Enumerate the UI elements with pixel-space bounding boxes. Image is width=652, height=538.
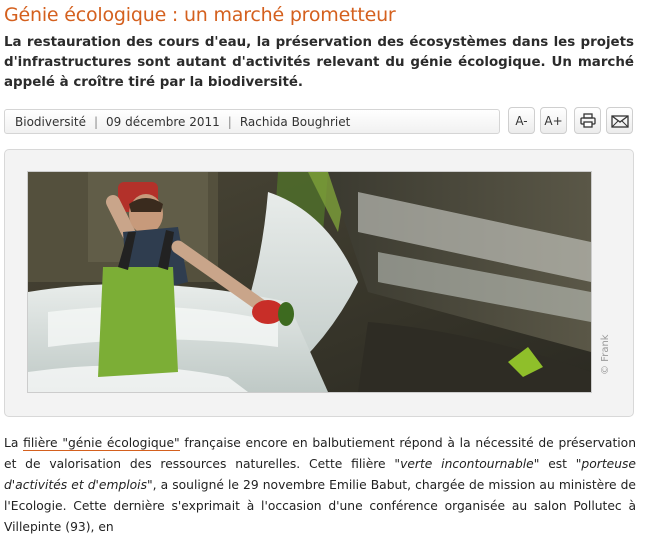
filiere-genie-ecologique-link[interactable]: filière "génie écologique" (23, 436, 180, 451)
email-button[interactable] (606, 107, 633, 134)
article-body: La filière "génie écologique" française … (4, 433, 636, 538)
printer-icon (579, 113, 596, 128)
article-title: Génie écologique : un marché prometteur (4, 4, 396, 26)
email-icon (610, 114, 629, 128)
text-larger-label: A+ (544, 113, 563, 128)
text-smaller-label: A- (515, 113, 528, 128)
meta-date: 09 décembre 2011 (106, 115, 220, 129)
river-worker-photo (28, 172, 591, 392)
body-quote-1: "verte incontournable" (394, 457, 540, 471)
article-lead: La restauration des cours d'eau, la prés… (4, 33, 634, 93)
meta-separator: | (93, 115, 98, 129)
photo-credit: © Frank (600, 334, 611, 375)
article-photo[interactable] (27, 171, 592, 393)
text-larger-button[interactable]: A+ (540, 107, 567, 134)
article-page: Génie écologique : un marché prometteur … (0, 0, 652, 534)
meta-author: Rachida Boughriet (239, 115, 351, 129)
article-meta-bar: Biodiversité | 09 décembre 2011 | Rachida Bo… (4, 109, 500, 134)
meta-separator: | (227, 115, 232, 129)
article-figure: © Frank (4, 149, 634, 417)
print-button[interactable] (574, 107, 601, 134)
text-smaller-button[interactable]: A- (508, 107, 535, 134)
article-lead-text: La restauration des cours d'eau, la prés… (4, 35, 634, 90)
meta-category[interactable]: Biodiversité (15, 115, 86, 129)
body-text-1: La (4, 436, 24, 450)
body-text-3: est (539, 457, 576, 471)
